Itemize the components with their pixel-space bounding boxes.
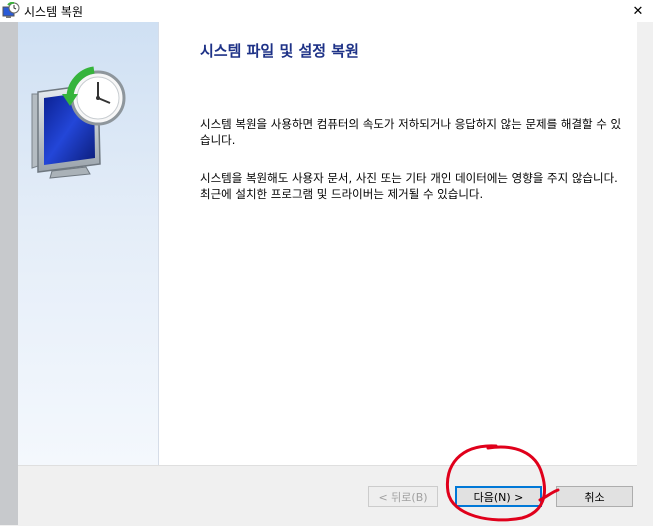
wizard-side-banner <box>18 22 159 465</box>
system-restore-icon <box>2 1 20 19</box>
page-title: 시스템 파일 및 설정 복원 <box>200 42 359 60</box>
close-icon: ✕ <box>632 3 644 19</box>
description-text-2: 시스템을 복원해도 사용자 문서, 사진 또는 기타 개인 데이터에는 영향을 … <box>200 171 618 201</box>
wizard-panel: 시스템 파일 및 설정 복원 시스템 복원을 사용하면 컴퓨터의 속도가 저하되… <box>18 22 637 465</box>
cancel-button[interactable]: 취소 <box>556 486 633 507</box>
close-button[interactable]: ✕ <box>623 0 653 22</box>
button-bar: < 뒤로(B) 다음(N) > 취소 <box>18 465 637 526</box>
window-title: 시스템 복원 <box>24 5 84 19</box>
next-button[interactable]: 다음(N) > <box>455 486 542 507</box>
background-strip <box>0 22 18 525</box>
back-button[interactable]: < 뒤로(B) <box>368 486 438 507</box>
system-restore-clock-monitor-icon <box>26 54 130 184</box>
title-bar: 시스템 복원 ✕ <box>0 0 653 22</box>
description-text-1: 시스템 복원을 사용하면 컴퓨터의 속도가 저하되거나 응답하지 않는 문제를 … <box>200 117 622 147</box>
wizard-content: 시스템 파일 및 설정 복원 시스템 복원을 사용하면 컴퓨터의 속도가 저하되… <box>200 40 626 201</box>
